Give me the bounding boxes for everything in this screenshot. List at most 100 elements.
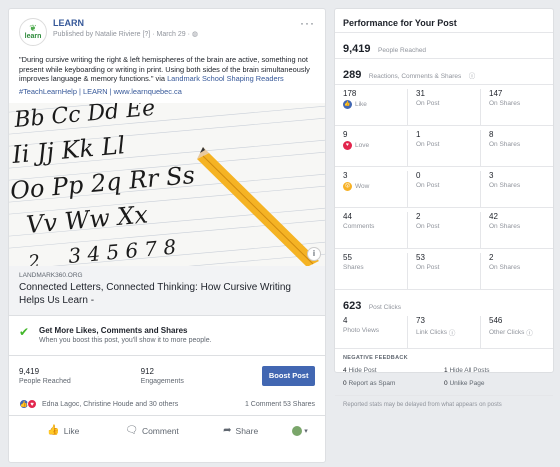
metric-label: Love <box>355 142 370 149</box>
negative-feedback-row: 4 Hide Post 1 Hide All Posts <box>335 364 553 377</box>
more-options-icon[interactable]: ··· <box>300 17 315 53</box>
metric-value: 55 <box>343 253 352 262</box>
metric-value: 31 <box>416 89 425 98</box>
neg-label: Hide All Posts <box>449 367 490 374</box>
comment-label: Comment <box>141 425 179 436</box>
page-name[interactable]: LEARN <box>53 18 300 28</box>
metric-value: 2 <box>416 212 421 221</box>
performance-panel: Performance for Your Post 9,419 People R… <box>334 8 554 408</box>
like-icon: 👍 <box>343 100 352 109</box>
metric-label: On Post <box>416 182 440 189</box>
reactions-summary-line: 289 Reactions, Comments & Shares ⓘ <box>335 59 553 85</box>
metric-value: 3 <box>343 171 348 180</box>
like-button[interactable]: 👍 Like <box>19 425 108 436</box>
thumbs-up-icon: 👍 <box>47 425 60 437</box>
post-clicks-summary: 623 Post Clicks <box>335 290 553 312</box>
metric-row-wow: 3 😮 Wow 0 On Post 3 On Shares <box>335 167 553 208</box>
post-clicks-label: Post Clicks <box>368 304 401 311</box>
cursive-handwriting-illustration: Bb Cc Dd Ee Ii Jj Kk Ll Oo Pp 2q Rr Ss V… <box>9 102 325 266</box>
metric-value: 4 <box>343 316 348 325</box>
metric-value: 9 <box>343 130 348 139</box>
link-image[interactable]: Bb Cc Dd Ee Ii Jj Kk Ll Oo Pp 2q Rr Ss V… <box>9 102 325 266</box>
post-card: ❦ learn LEARN Published by Natalie Rivie… <box>8 8 326 463</box>
boost-post-button[interactable]: Boost Post <box>262 365 315 386</box>
info-icon[interactable]: ⓘ <box>526 327 533 337</box>
cursive-line-4: Vv Ww Xx <box>25 200 149 239</box>
neg-label: Hide Post <box>348 367 377 374</box>
comment-button[interactable]: 🗨 Comment <box>108 425 197 436</box>
cursive-line-1: Bb Cc Dd Ee <box>12 103 156 133</box>
post-body-link[interactable]: Landmark School Shaping Readers <box>167 74 284 83</box>
info-icon[interactable]: ⓘ <box>449 327 456 337</box>
post-clicks-value: 623 <box>343 300 362 312</box>
metric-row-like: 178 👍 Like 31 On Post 147 On Shares <box>335 85 553 126</box>
comment-icon: 🗨 <box>125 425 138 437</box>
reactor-names[interactable]: Edna Lagoc, Christine Houde and 30 other… <box>42 401 178 408</box>
metric-label: Other Clicks <box>489 328 525 336</box>
stat-label: People Reached <box>19 377 71 385</box>
cursive-line-6: 2 <box>27 251 41 266</box>
metric-value: 1 <box>416 130 421 139</box>
metric-label: On Post <box>416 264 440 271</box>
people-reached-summary: 9,419 People Reached <box>335 33 553 59</box>
metric-row-love: 9 ♥ Love 1 On Post 8 On Shares <box>335 126 553 167</box>
stat-label: Engagements <box>140 377 184 385</box>
negative-feedback-row: 0 Report as Spam 0 Unlike Page <box>335 377 553 390</box>
comment-share-counts[interactable]: 1 Comment 53 Shares <box>245 401 315 408</box>
metric-value: 42 <box>489 212 498 221</box>
metric-label: On Post <box>416 100 440 107</box>
wow-icon: 😮 <box>343 182 352 191</box>
checkmark-icon: ✔ <box>19 324 30 339</box>
metric-value: 73 <box>416 316 425 325</box>
metric-label: On Shares <box>489 141 521 148</box>
cursive-line-3: Oo Pp 2q Rr Ss <box>9 161 196 205</box>
metric-value: 0 <box>416 171 421 180</box>
reactions-summary[interactable]: 👍 ♥ Edna Lagoc, Christine Houde and 30 o… <box>9 394 325 416</box>
stat-value: 912 <box>140 366 155 376</box>
reactions-label: Reactions, Comments & Shares <box>368 73 462 80</box>
info-icon[interactable]: i <box>307 246 321 261</box>
metric-label: Comments <box>343 223 375 230</box>
metric-row-shares: 55 Shares 53 On Post 2 On Shares <box>335 249 553 290</box>
metric-value: 44 <box>343 212 352 221</box>
metric-value: 8 <box>489 130 494 139</box>
neg-value: 1 <box>444 367 448 374</box>
metric-label: On Shares <box>489 100 521 107</box>
link-title[interactable]: Connected Letters, Connected Thinking: H… <box>19 281 315 307</box>
metric-value: 178 <box>343 89 357 98</box>
avatar-text: learn <box>24 32 42 40</box>
link-preview[interactable]: LANDMARK360.ORG Connected Letters, Conne… <box>9 265 325 316</box>
metric-value: 546 <box>489 316 503 325</box>
chevron-down-icon: ▾ <box>304 427 308 435</box>
neg-value: 0 <box>343 380 347 387</box>
page-avatar[interactable]: ❦ learn <box>19 18 47 46</box>
metric-label: Photo Views <box>343 327 380 334</box>
metric-label: On Shares <box>489 264 521 271</box>
people-reached-value: 9,419 <box>343 43 371 55</box>
negative-feedback-title: NEGATIVE FEEDBACK <box>335 348 553 364</box>
share-button[interactable]: ➦ Share <box>196 425 285 436</box>
post-body: "During cursive writing the right & left… <box>9 53 325 84</box>
post-header: ❦ learn LEARN Published by Natalie Rivie… <box>9 9 325 53</box>
performance-title: Performance for Your Post <box>335 9 553 33</box>
leaf-icon: ❦ <box>29 22 37 33</box>
post-hashtags[interactable]: #TeachLearnHelp | LEARN | www.learnquebe… <box>9 84 325 96</box>
cursive-line-5: 3 4 5 6 7 8 <box>67 234 177 265</box>
metric-value: 2 <box>489 253 494 262</box>
metric-row-comments: 44 Comments 2 On Post 42 On Shares <box>335 208 553 249</box>
cursive-line-2: Ii Jj Kk Ll <box>10 131 126 169</box>
metric-label: Like <box>355 101 367 108</box>
clicks-breakdown: 4 Photo Views 73 Link Clicks ⓘ 546 Other… <box>335 312 553 348</box>
boost-subtitle: When you boost this post, you'll show it… <box>39 336 212 344</box>
metric-value: 3 <box>489 171 494 180</box>
post-actions: 👍 Like 🗨 Comment ➦ Share ▾ <box>9 416 325 446</box>
info-icon[interactable]: ⓘ <box>469 73 476 80</box>
metric-label: On Post <box>416 141 440 148</box>
post-as-selector[interactable]: ▾ <box>285 425 315 436</box>
boost-stats: 9,419 People Reached 912 Engagements Boo… <box>9 356 325 390</box>
stat-engagements: 912 Engagements <box>141 367 263 385</box>
like-label: Like <box>63 425 80 436</box>
stat-value: 9,419 <box>19 366 40 376</box>
love-reaction-icon: ♥ <box>27 399 37 410</box>
share-label: Share <box>235 425 259 436</box>
